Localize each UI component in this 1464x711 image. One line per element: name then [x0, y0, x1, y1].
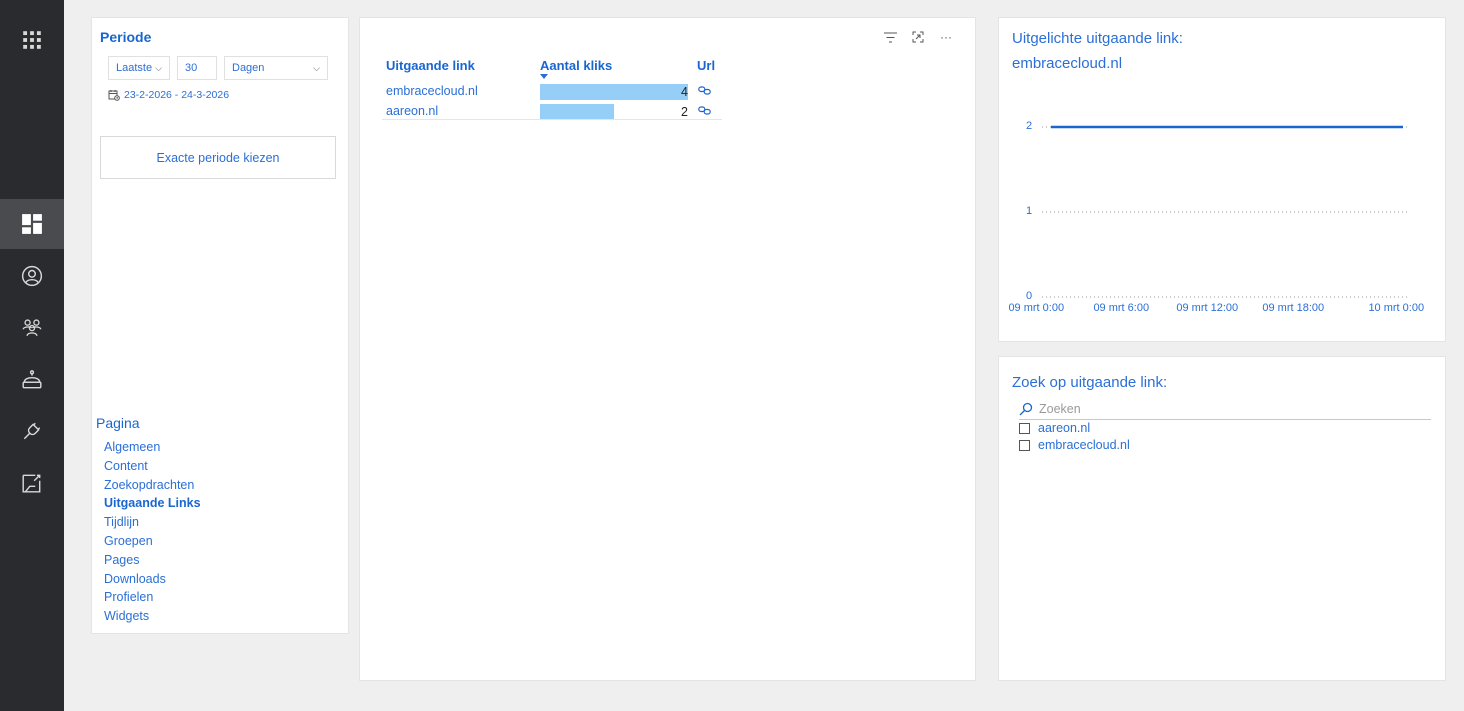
- y-tick-label: 1: [1026, 205, 1033, 217]
- outgoing-link-cell[interactable]: embracecloud.nl: [386, 84, 478, 98]
- page-link[interactable]: Profielen: [104, 588, 201, 607]
- x-tick-label: 09 mrt 0:00: [1008, 302, 1065, 314]
- page-link[interactable]: Widgets: [104, 607, 201, 626]
- range-select[interactable]: Laatste ⌵: [108, 56, 170, 80]
- row-divider: [382, 119, 722, 120]
- sticky-note-icon[interactable]: [0, 458, 64, 508]
- sidebar: [0, 0, 64, 711]
- page-link[interactable]: Pages: [104, 551, 201, 570]
- dashboard-icon[interactable]: [0, 199, 64, 249]
- range-value: 30: [185, 62, 198, 74]
- visual-toolbar: ···: [883, 30, 953, 44]
- col-header-link[interactable]: Uitgaande link: [386, 58, 475, 73]
- range-value-input[interactable]: 30: [177, 56, 217, 80]
- page-link[interactable]: Algemeen: [104, 438, 201, 457]
- search-icon: [1019, 402, 1033, 416]
- x-tick-label: 10 mrt 0:00: [1368, 302, 1425, 314]
- link-filter-option[interactable]: aareon.nl: [1019, 421, 1090, 435]
- focus-mode-icon[interactable]: [911, 30, 925, 44]
- y-tick-label: 0: [1026, 290, 1033, 302]
- y-tick-label: 2: [1026, 120, 1033, 132]
- featured-link-panel: Uitgelichte uitgaande link: embracecloud…: [999, 18, 1445, 341]
- filter-panel: Periode Laatste ⌵ 30 Dagen ⌵ 23-2-2026 -…: [92, 18, 348, 633]
- page-link[interactable]: Zoekopdrachten: [104, 476, 201, 495]
- outgoing-link-cell[interactable]: aareon.nl: [386, 104, 438, 118]
- option-label: aareon.nl: [1038, 421, 1091, 435]
- clicks-value: 4: [681, 85, 688, 99]
- exact-period-button[interactable]: Exacte periode kiezen: [100, 136, 336, 179]
- period-title: Periode: [100, 29, 152, 45]
- chevron-down-icon: ⌵: [155, 62, 162, 73]
- featured-line-chart: [1042, 125, 1409, 298]
- page-link[interactable]: Uitgaande Links: [104, 494, 201, 513]
- apps-grid-icon[interactable]: [0, 15, 64, 65]
- more-options-icon[interactable]: ···: [939, 30, 953, 44]
- page-link[interactable]: Groepen: [104, 532, 201, 551]
- x-tick-label: 09 mrt 18:00: [1262, 302, 1325, 314]
- pages-list: Algemeen Content Zoekopdrachten Uitgaande L…: [104, 438, 201, 626]
- checkbox[interactable]: [1019, 422, 1030, 434]
- range-select-value: Laatste: [116, 62, 153, 74]
- date-range-text: 23-2-2026 - 24-3-2026: [124, 89, 230, 101]
- sort-desc-indicator: [540, 74, 548, 79]
- link-filter-option[interactable]: embracecloud.nl: [1019, 438, 1130, 452]
- pages-title: Pagina: [96, 415, 140, 431]
- people-group-icon[interactable]: [0, 302, 64, 352]
- checkbox[interactable]: [1019, 439, 1030, 451]
- x-tick-label: 09 mrt 12:00: [1176, 302, 1239, 314]
- page-link[interactable]: Content: [104, 457, 201, 476]
- unit-select[interactable]: Dagen ⌵: [224, 56, 328, 80]
- search-input[interactable]: Zoeken: [1019, 399, 1431, 420]
- plug-icon[interactable]: [0, 406, 64, 456]
- calendar-clock-icon: [108, 90, 120, 101]
- col-header-url[interactable]: Url: [697, 58, 715, 73]
- links-table-panel: ··· Uitgaande link Aantal kliks Url embr…: [360, 18, 975, 680]
- option-label: embracecloud.nl: [1038, 438, 1130, 452]
- search-placeholder: Zoeken: [1039, 402, 1081, 416]
- col-header-clicks[interactable]: Aantal kliks: [540, 58, 612, 73]
- robot-icon[interactable]: [0, 355, 64, 405]
- chevron-down-icon: ⌵: [313, 62, 320, 73]
- page-link[interactable]: Downloads: [104, 570, 201, 589]
- date-range: 23-2-2026 - 24-3-2026: [108, 89, 229, 101]
- search-link-panel: Zoek op uitgaande link: Zoeken aareon.nl…: [999, 357, 1445, 680]
- x-tick-label: 09 mrt 6:00: [1093, 302, 1150, 314]
- filter-icon[interactable]: [883, 30, 897, 44]
- link-icon[interactable]: [698, 84, 711, 98]
- link-icon[interactable]: [698, 104, 711, 118]
- table-row: embracecloud.nl 4: [382, 82, 722, 102]
- clicks-value: 2: [681, 105, 688, 119]
- unit-select-value: Dagen: [232, 62, 265, 74]
- search-panel-title: Zoek op uitgaande link:: [1012, 374, 1168, 391]
- user-circle-icon[interactable]: [0, 251, 64, 301]
- page-link[interactable]: Tijdlijn: [104, 513, 201, 532]
